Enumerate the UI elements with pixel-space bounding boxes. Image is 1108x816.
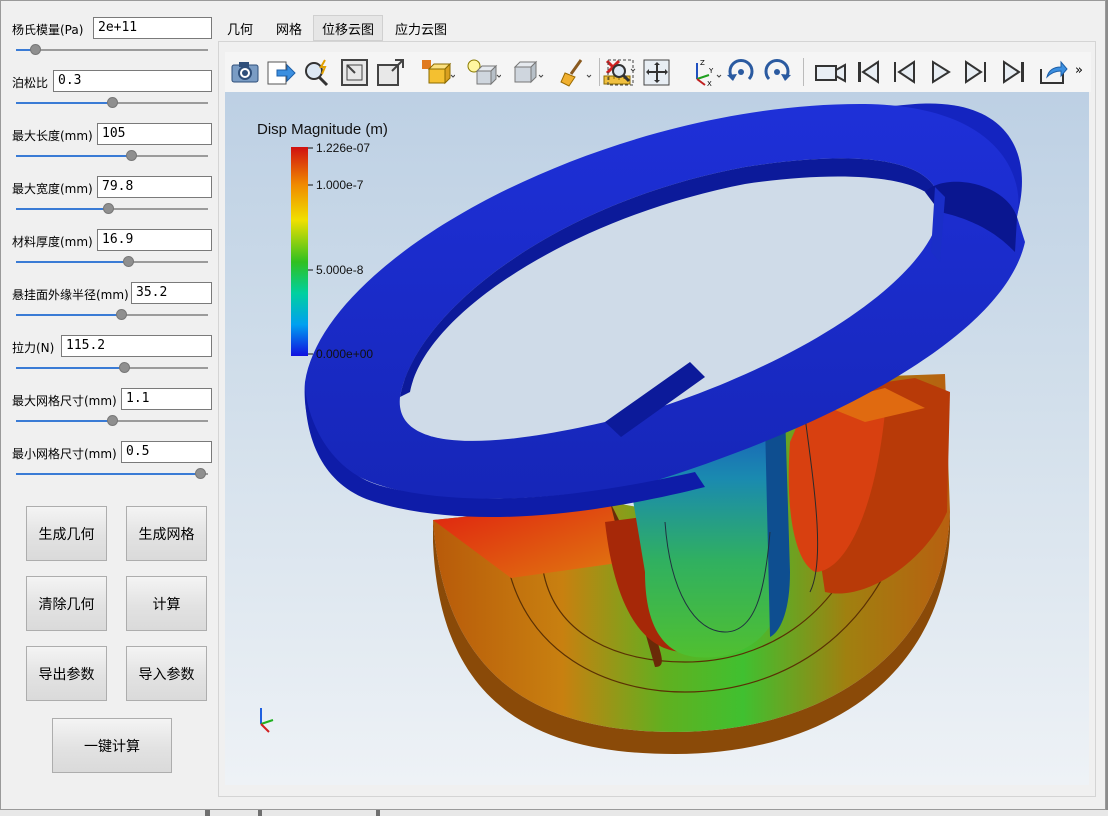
maximize-icon[interactable]	[375, 57, 407, 87]
legend-tick-5e8: 5.000e-8	[316, 263, 364, 277]
clear-geometry-button[interactable]: 清除几何	[26, 576, 107, 631]
legend-tick-1e7: 1.000e-7	[316, 178, 364, 192]
axes-triad-icon	[260, 708, 274, 733]
param-slider[interactable]	[16, 97, 208, 109]
svg-text:Z: Z	[700, 59, 705, 67]
slider-thumb[interactable]	[106, 97, 118, 108]
one-click-compute-button[interactable]: 一键计算	[52, 718, 172, 773]
param-slider[interactable]	[16, 362, 208, 374]
camera-icon[interactable]	[229, 57, 261, 87]
param-label: 杨氏模量(Pa)	[12, 23, 84, 37]
param-slider[interactable]	[16, 150, 208, 162]
slider-thumb[interactable]	[102, 203, 114, 214]
next-frame-icon[interactable]	[961, 57, 991, 87]
param-label: 拉力(N)	[12, 341, 55, 355]
taskbar-strip	[0, 810, 1108, 816]
play-icon[interactable]	[925, 57, 955, 87]
toolbar-separator-2	[803, 58, 804, 86]
video-icon[interactable]	[813, 57, 849, 87]
slider-thumb[interactable]	[122, 256, 134, 267]
param-input[interactable]: 35.2	[131, 282, 212, 304]
param-input[interactable]: 79.8	[97, 176, 212, 198]
param-input[interactable]: 0.5	[121, 441, 212, 463]
param-label: 最小网格尺寸(mm)	[12, 447, 117, 461]
light-icon[interactable]	[465, 57, 501, 87]
compute-button[interactable]: 计算	[126, 576, 207, 631]
generate-mesh-button[interactable]: 生成网格	[126, 506, 207, 561]
magic-zoom-icon[interactable]	[301, 57, 333, 87]
first-frame-icon[interactable]	[853, 57, 883, 87]
tab-stress[interactable]: 应力云图	[387, 15, 455, 41]
model-render: Disp Magnitude (m) 1.226e-07 1.000e-7 5.…	[257, 103, 1025, 754]
param-label: 最大长度(mm)	[12, 129, 93, 143]
share-icon[interactable]	[1037, 57, 1069, 87]
toolbar-overflow-button[interactable]: »	[1075, 63, 1083, 78]
import-params-button[interactable]: 导入参数	[126, 646, 207, 701]
viewer-toolbar: ZYX	[225, 52, 1091, 92]
param-label: 最大宽度(mm)	[12, 182, 93, 196]
param-input[interactable]: 1.1	[121, 388, 212, 410]
legend-colorbar	[291, 147, 308, 356]
param-label: 泊松比	[12, 76, 49, 90]
broom-icon[interactable]	[557, 57, 593, 87]
param-slider[interactable]	[16, 203, 208, 215]
param-slider[interactable]	[16, 256, 208, 268]
tab-mesh[interactable]: 网格	[265, 15, 313, 41]
param-input[interactable]: 0.3	[53, 70, 212, 92]
slider-thumb[interactable]	[30, 44, 42, 55]
main-window: 杨氏模量(Pa) 2e+11 泊松比 0.3 最大长度(mm) 105 最大宽度(mm) 79…	[0, 0, 1106, 810]
zoom-box-icon[interactable]	[339, 57, 371, 87]
rotate-ccw-icon[interactable]	[761, 57, 793, 87]
tab-geometry[interactable]: 几何	[217, 15, 263, 41]
last-frame-icon[interactable]	[999, 57, 1029, 87]
param-label: 悬挂面外缘半径(mm)	[12, 288, 129, 302]
box-render-icon[interactable]	[511, 57, 547, 87]
view-cube-icon[interactable]	[419, 57, 455, 87]
zoom-fit-icon[interactable]	[605, 57, 637, 87]
param-input[interactable]: 2e+11	[93, 17, 212, 39]
export-params-button[interactable]: 导出参数	[26, 646, 107, 701]
svg-text:Y: Y	[708, 67, 714, 75]
param-input[interactable]: 16.9	[97, 229, 212, 251]
export-icon[interactable]	[265, 57, 297, 87]
toolbar-separator	[599, 58, 600, 86]
rotate-cw-icon[interactable]	[725, 57, 757, 87]
slider-thumb[interactable]	[106, 415, 118, 426]
param-slider[interactable]	[16, 415, 208, 427]
param-input[interactable]: 115.2	[61, 335, 212, 357]
slider-thumb[interactable]	[126, 150, 138, 161]
tab-displacement[interactable]: 位移云图	[313, 15, 383, 41]
legend-tick-min: 0.000e+00	[316, 347, 373, 361]
param-label: 最大网格尺寸(mm)	[12, 394, 117, 408]
legend-tick-max: 1.226e-07	[316, 141, 370, 155]
prev-frame-icon[interactable]	[889, 57, 919, 87]
axes-icon[interactable]: ZYX	[687, 57, 723, 87]
param-input[interactable]: 105	[97, 123, 212, 145]
param-slider[interactable]	[16, 468, 208, 480]
svg-text:X: X	[707, 80, 712, 87]
legend-title: Disp Magnitude (m)	[257, 121, 388, 138]
param-slider[interactable]	[16, 44, 208, 56]
slider-thumb[interactable]	[119, 362, 131, 373]
param-slider[interactable]	[16, 309, 208, 321]
param-label: 材料厚度(mm)	[12, 235, 93, 249]
slider-thumb[interactable]	[115, 309, 127, 320]
slider-thumb[interactable]	[195, 468, 207, 479]
viewport-3d[interactable]: Disp Magnitude (m) 1.226e-07 1.000e-7 5.…	[225, 92, 1089, 785]
generate-geometry-button[interactable]: 生成几何	[26, 506, 107, 561]
pan-icon[interactable]	[641, 57, 673, 87]
